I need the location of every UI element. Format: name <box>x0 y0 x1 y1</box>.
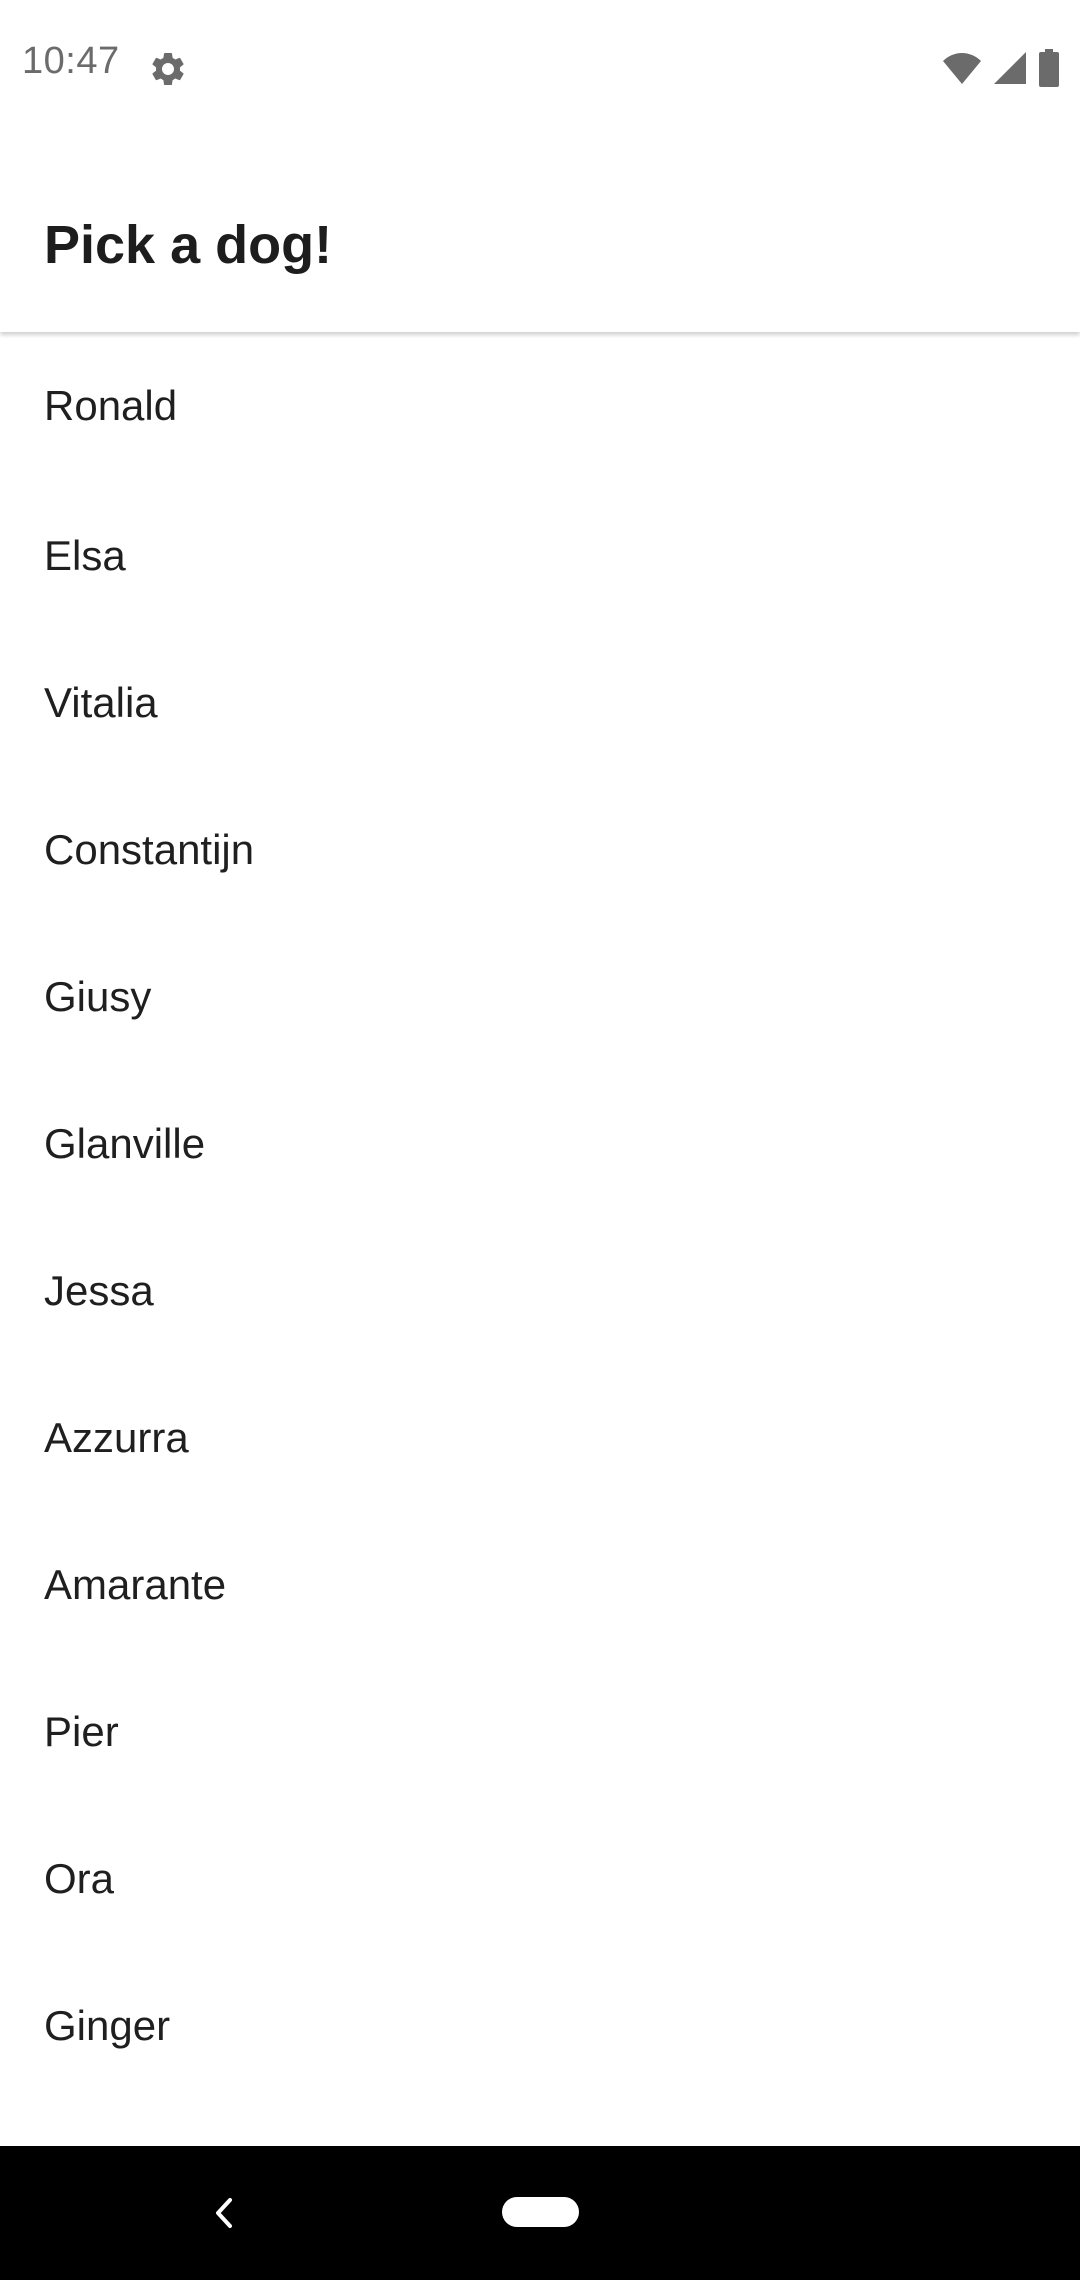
list-item[interactable]: Azzurra <box>0 1364 1080 1511</box>
list-item[interactable]: Ginger <box>0 1952 1080 2099</box>
screen: 10:47 Pick a dog! Ronald Elsa Vitalia Co… <box>0 0 1080 2280</box>
list-item[interactable]: Constantijn <box>0 776 1080 923</box>
home-pill-icon[interactable] <box>502 2197 579 2227</box>
list-item[interactable]: Vitalia <box>0 629 1080 776</box>
list-item[interactable]: Glanville <box>0 1070 1080 1217</box>
wifi-icon <box>942 50 982 86</box>
list-item[interactable]: Ronald <box>0 332 1080 482</box>
list-item[interactable]: Ora <box>0 1805 1080 1952</box>
list-item[interactable]: Amarante <box>0 1511 1080 1658</box>
back-icon[interactable] <box>204 2190 244 2236</box>
status-bar: 10:47 <box>0 0 1080 136</box>
navigation-bar <box>0 2146 1080 2280</box>
list-item[interactable]: Giusy <box>0 923 1080 1070</box>
gear-icon <box>148 49 188 89</box>
status-time: 10:47 <box>22 40 120 82</box>
app-bar: Pick a dog! <box>0 136 1080 332</box>
list-item[interactable]: Elsa <box>0 482 1080 629</box>
page-title: Pick a dog! <box>44 215 333 275</box>
list-item[interactable]: Jessa <box>0 1217 1080 1364</box>
signal-icon <box>992 50 1028 86</box>
dog-list[interactable]: Ronald Elsa Vitalia Constantijn Giusy Gl… <box>0 332 1080 2146</box>
list-item[interactable]: Pier <box>0 1658 1080 1805</box>
battery-icon <box>1038 49 1060 87</box>
status-icons <box>942 48 1060 88</box>
